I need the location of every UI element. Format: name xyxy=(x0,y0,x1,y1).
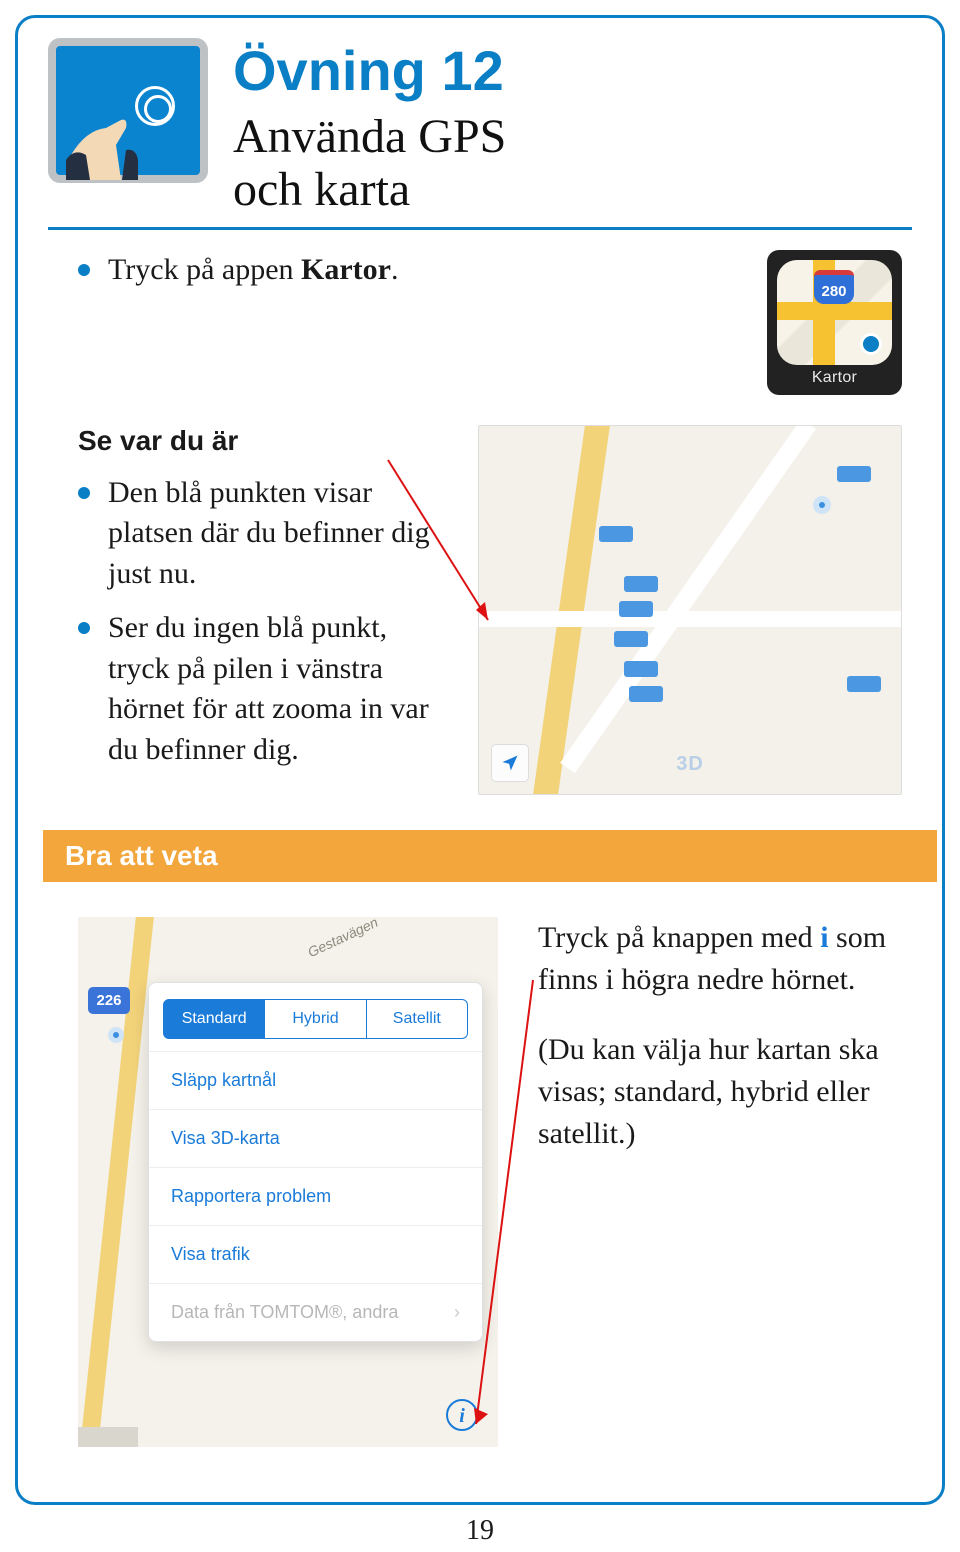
user-location-dot-icon xyxy=(813,496,831,514)
page-subtitle: Använda GPS och karta xyxy=(233,111,506,217)
instruction-note: (Du kan välja hur kartan ska visas; stan… xyxy=(538,1029,902,1155)
location-arrow-icon xyxy=(500,753,520,773)
info-banner: Bra att veta xyxy=(43,830,937,882)
bullet-text: Ser du ingen blå punkt, tryck på pilen i… xyxy=(108,608,448,770)
route-shield-icon: 226 xyxy=(88,987,130,1014)
chevron-right-icon: › xyxy=(454,1302,460,1323)
locate-button[interactable] xyxy=(491,744,529,782)
three-d-label: 3D xyxy=(676,753,704,776)
location-dot-icon xyxy=(860,333,882,355)
menu-data-source[interactable]: Data från TOMTOM®, andra› xyxy=(149,1283,482,1341)
map-screenshot: 3D xyxy=(478,425,902,795)
road-name-label: Gestavägen xyxy=(305,917,380,960)
segment-satellit[interactable]: Satellit xyxy=(367,999,468,1039)
user-location-dot-icon xyxy=(108,1027,124,1043)
exercise-title: Övning 12 xyxy=(233,38,506,103)
instruction-text: Tryck på knappen med i som finns i högra… xyxy=(538,917,902,1001)
info-button[interactable]: i xyxy=(446,1399,478,1431)
bullet-icon xyxy=(78,622,90,634)
segment-hybrid[interactable]: Hybrid xyxy=(265,999,366,1039)
bullet-text: Den blå punkten visar platsen där du bef… xyxy=(108,473,448,595)
bullet-icon xyxy=(78,264,90,276)
menu-show-traffic[interactable]: Visa trafik xyxy=(149,1225,482,1283)
kartor-app-icon: 280 Kartor xyxy=(767,250,902,395)
page-number: 19 xyxy=(466,1515,494,1547)
menu-drop-pin[interactable]: Släpp kartnål xyxy=(149,1051,482,1109)
map-options-screenshot: Gestavägen 226 Standard Hybrid Satellit … xyxy=(78,917,498,1447)
menu-report-problem[interactable]: Rapportera problem xyxy=(149,1167,482,1225)
highway-shield-icon: 280 xyxy=(814,270,854,304)
bullet-icon xyxy=(78,487,90,499)
tablet-illustration-icon xyxy=(48,38,208,183)
section-heading: Se var du är xyxy=(78,425,448,457)
kartor-app-label: Kartor xyxy=(767,369,902,387)
segment-standard[interactable]: Standard xyxy=(163,999,265,1039)
menu-show-3d[interactable]: Visa 3D-karta xyxy=(149,1109,482,1167)
step1-text: Tryck på appen Kartor. xyxy=(108,250,399,291)
